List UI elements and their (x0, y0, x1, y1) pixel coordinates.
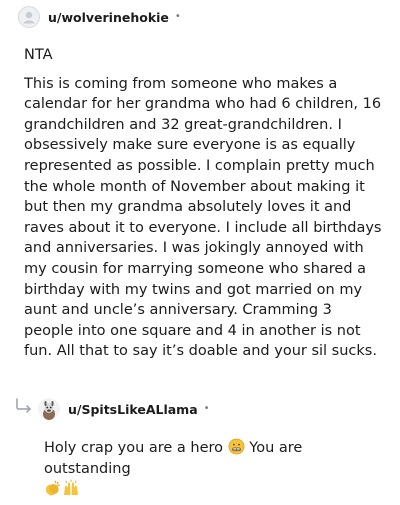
reply-arrow-icon (16, 398, 31, 413)
comment-paragraph: This is coming from someone who makes a … (24, 75, 382, 360)
grimacing-face-icon (228, 438, 245, 455)
reply-body: Holy crap you are a hero You are outstan… (44, 438, 384, 501)
default-avatar-icon[interactable] (18, 6, 40, 28)
reply-text-start: Holy crap you are a hero (44, 440, 228, 456)
meta-separator: • (174, 11, 181, 22)
reply-header: u/SpitsLikeALlama • (38, 396, 210, 422)
meta-separator: • (203, 403, 210, 414)
comment-body: NTA This is coming from someone who make… (24, 45, 384, 362)
llama-avatar-icon[interactable] (38, 398, 60, 420)
reply-username[interactable]: u/SpitsLikeALlama (68, 402, 198, 417)
comment-paragraph: NTA (24, 47, 53, 63)
comment-header: u/wolverinehokie • (18, 5, 181, 29)
comment-username[interactable]: u/wolverinehokie (48, 10, 169, 25)
raising-hands-icon (64, 479, 78, 496)
clapping-hands-icon (45, 480, 60, 496)
